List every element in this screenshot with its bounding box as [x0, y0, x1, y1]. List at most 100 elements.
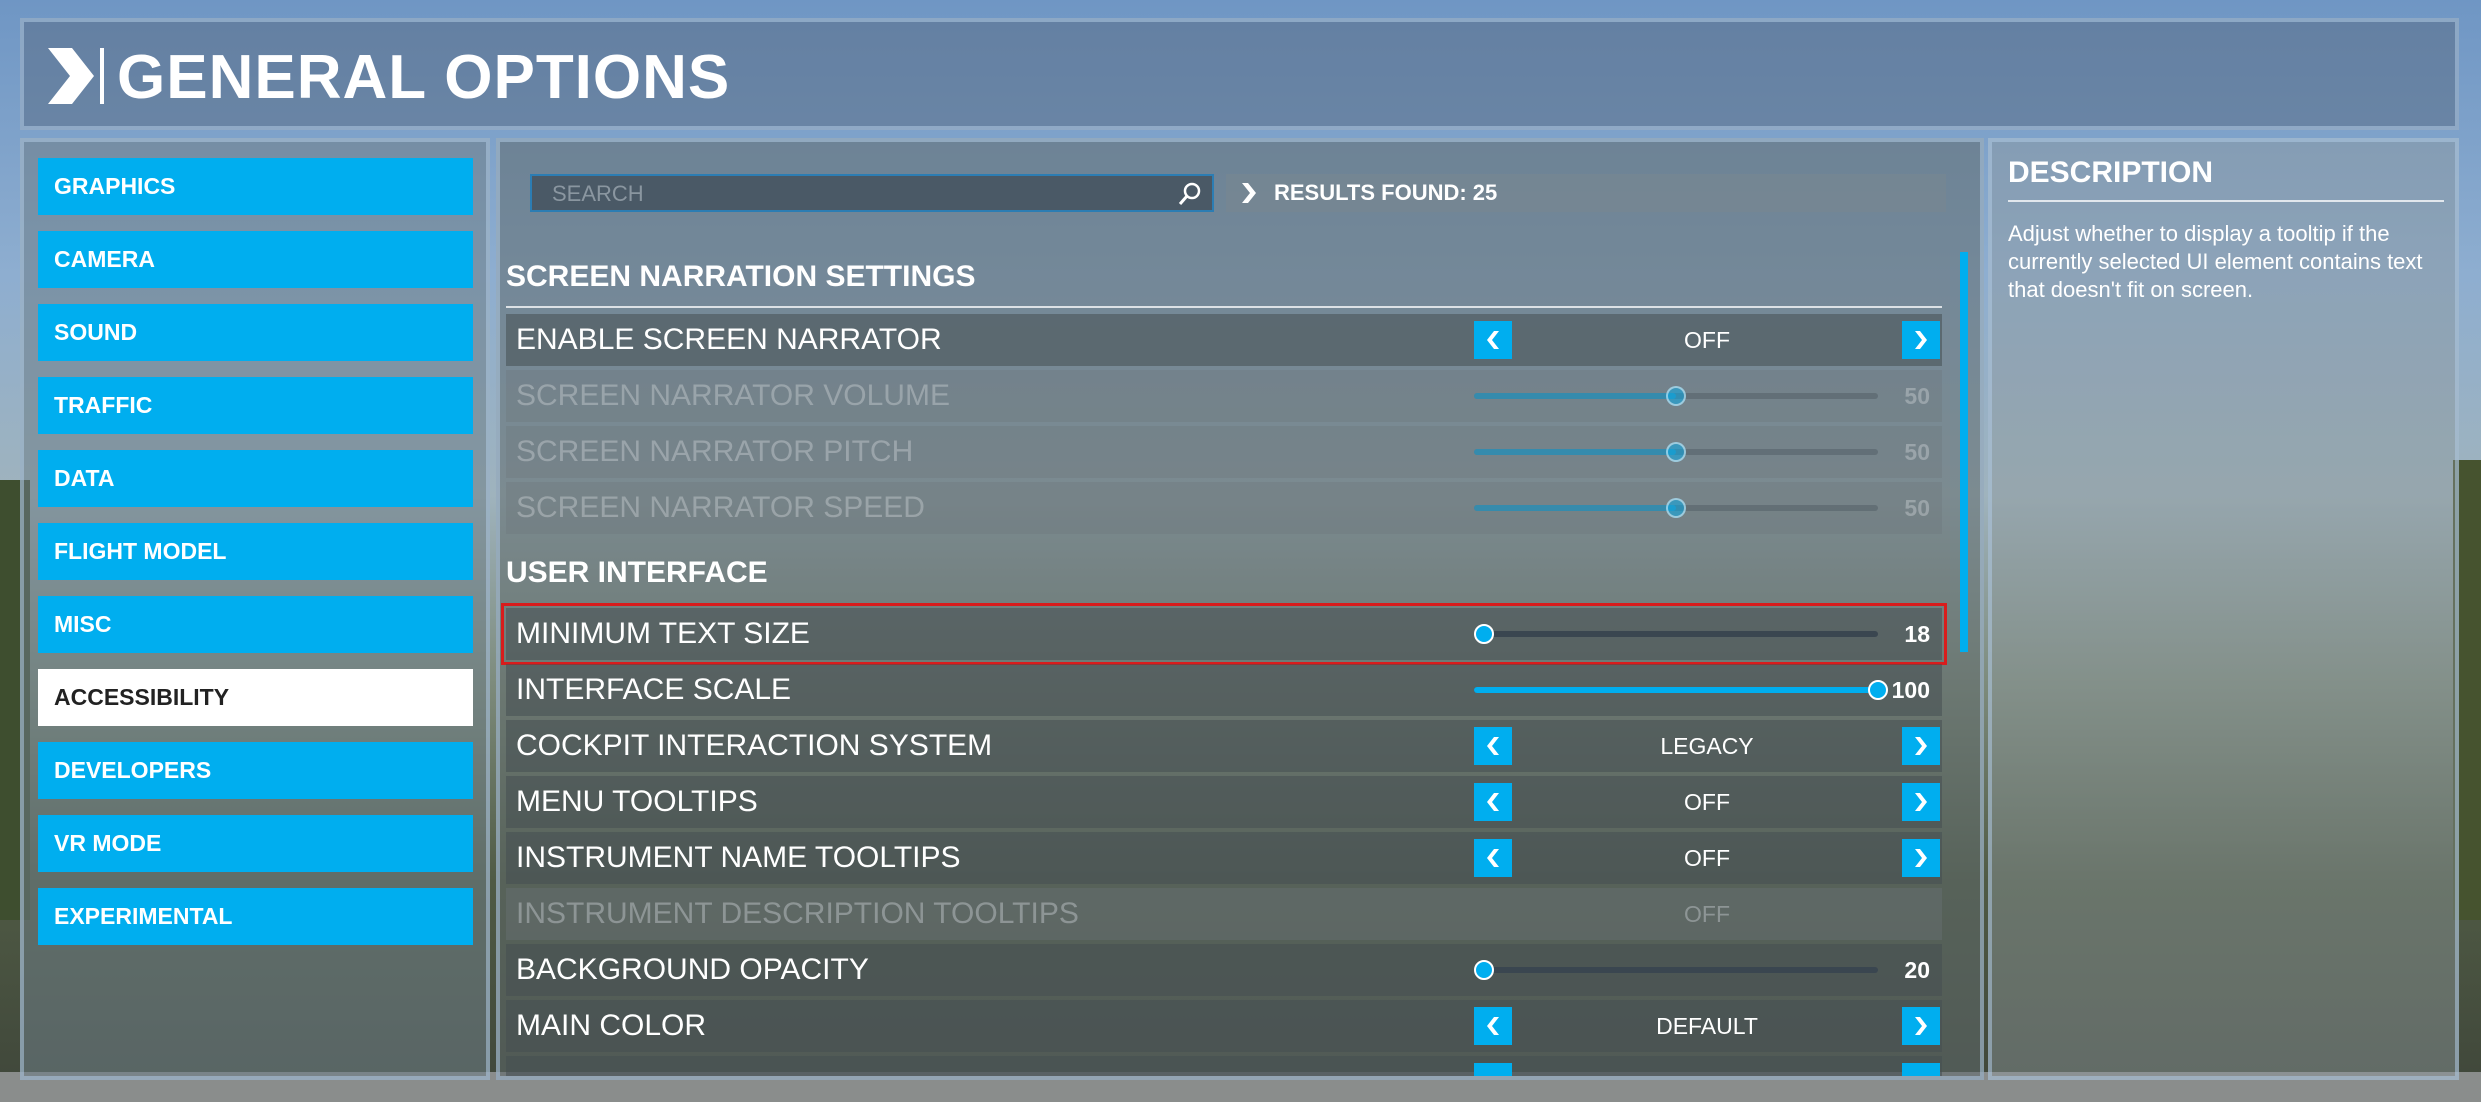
setting-value: 50 — [1904, 439, 1930, 465]
setting-row-screen-narrator-pitch: SCREEN NARRATOR PITCH 50 — [506, 426, 1942, 478]
chevron-left-icon — [1487, 737, 1499, 755]
chevron-left-icon — [1487, 793, 1499, 811]
scrollbar[interactable] — [1960, 252, 1968, 652]
slider-thumb — [1666, 386, 1686, 406]
setting-label: INSTRUMENT DESCRIPTION TOOLTIPS — [516, 897, 1079, 930]
setting-row-enable-screen-narrator[interactable]: ENABLE SCREEN NARRATOR OFF — [506, 314, 1942, 366]
chevron-left-icon — [1487, 1017, 1499, 1035]
previous-option-button[interactable] — [1474, 839, 1512, 877]
setting-row-screen-narrator-speed: SCREEN NARRATOR SPEED 50 — [506, 482, 1942, 534]
slider-track — [1474, 442, 1878, 462]
sidebar-item-flight-model[interactable]: FLIGHT MODEL — [38, 523, 473, 580]
slider-fill — [1474, 505, 1676, 511]
search-icon[interactable] — [1176, 180, 1204, 208]
slider-track[interactable] — [1474, 680, 1888, 700]
previous-option-button[interactable] — [1474, 727, 1512, 765]
section-divider — [2008, 200, 2444, 202]
previous-option-button[interactable] — [1474, 321, 1512, 359]
section-title-screen-narration: SCREEN NARRATION SETTINGS — [506, 260, 976, 293]
next-option-button[interactable] — [1902, 1007, 1940, 1045]
setting-row-main-color[interactable]: MAIN COLOR DEFAULT — [506, 1000, 1942, 1052]
setting-row-partial[interactable] — [506, 1056, 1942, 1076]
setting-value: OFF — [1684, 845, 1730, 871]
slider-fill — [1474, 393, 1676, 399]
setting-label: BACKGROUND OPACITY — [516, 953, 869, 986]
setting-row-menu-tooltips[interactable]: MENU TOOLTIPS OFF — [506, 776, 1942, 828]
setting-row-screen-narrator-volume: SCREEN NARRATOR VOLUME 50 — [506, 370, 1942, 422]
slider-track — [1474, 386, 1878, 406]
setting-label: MINIMUM TEXT SIZE — [516, 617, 810, 650]
slider-track — [1474, 498, 1878, 518]
previous-option-button[interactable] — [1474, 1063, 1512, 1076]
search-bar[interactable] — [530, 174, 1214, 212]
setting-label: SCREEN NARRATOR PITCH — [516, 435, 914, 468]
sidebar-item-developers[interactable]: DEVELOPERS — [38, 742, 473, 799]
sidebar-item-data[interactable]: DATA — [38, 450, 473, 507]
slider-thumb[interactable] — [1868, 680, 1888, 700]
setting-label: ENABLE SCREEN NARRATOR — [516, 323, 942, 356]
setting-row-instrument-description-tooltips: INSTRUMENT DESCRIPTION TOOLTIPS OFF — [506, 888, 1942, 940]
chevron-left-icon — [1487, 849, 1499, 867]
chevron-right-icon — [1242, 183, 1256, 203]
chevron-right-icon — [1915, 849, 1927, 867]
sidebar-item-traffic[interactable]: TRAFFIC — [38, 377, 473, 434]
slider-fill — [1474, 449, 1676, 455]
chevron-right-icon — [1915, 331, 1927, 349]
search-input[interactable] — [550, 176, 1154, 212]
slider-thumb — [1666, 442, 1686, 462]
setting-value: 50 — [1904, 383, 1930, 409]
slider-track[interactable] — [1474, 624, 1878, 644]
previous-option-button[interactable] — [1474, 1007, 1512, 1045]
next-option-button[interactable] — [1902, 321, 1940, 359]
settings-panel: RESULTS FOUND: 25 SCREEN NARRATION SETTI… — [496, 138, 1984, 1080]
setting-row-background-opacity[interactable]: BACKGROUND OPACITY 20 — [506, 944, 1942, 996]
setting-label: SCREEN NARRATOR SPEED — [516, 491, 925, 524]
setting-label: INTERFACE SCALE — [516, 673, 792, 706]
chevron-right-icon — [1915, 793, 1927, 811]
next-option-button[interactable] — [1902, 839, 1940, 877]
section-divider — [506, 306, 1942, 308]
setting-row-cockpit-interaction-system[interactable]: COCKPIT INTERACTION SYSTEM LEGACY — [506, 720, 1942, 772]
sidebar-item-accessibility[interactable]: ACCESSIBILITY — [38, 669, 473, 726]
next-option-button[interactable] — [1902, 783, 1940, 821]
sidebar-item-vr-mode[interactable]: VR MODE — [38, 815, 473, 872]
setting-value: 100 — [1891, 677, 1930, 703]
setting-label: SCREEN NARRATOR VOLUME — [516, 379, 950, 412]
sidebar-item-camera[interactable]: CAMERA — [38, 231, 473, 288]
chevron-right-icon — [1915, 737, 1927, 755]
sidebar-item-experimental[interactable]: EXPERIMENTAL — [38, 888, 473, 945]
slider-fill — [1474, 687, 1878, 693]
previous-option-button[interactable] — [1474, 783, 1512, 821]
sidebar-item-misc[interactable]: MISC — [38, 596, 473, 653]
setting-value: LEGACY — [1660, 733, 1754, 759]
sidebar-item-sound[interactable]: SOUND — [38, 304, 473, 361]
description-title: DESCRIPTION — [2008, 156, 2214, 189]
setting-row-instrument-name-tooltips[interactable]: INSTRUMENT NAME TOOLTIPS OFF — [506, 832, 1942, 884]
setting-value: 20 — [1904, 957, 1930, 983]
sidebar-item-graphics[interactable]: GRAPHICS — [38, 158, 473, 215]
setting-value: OFF — [1684, 901, 1730, 927]
setting-value: 50 — [1904, 495, 1930, 521]
setting-value: 18 — [1904, 621, 1930, 647]
page-title: GENERAL OPTIONS — [117, 43, 731, 112]
slider-thumb — [1666, 498, 1686, 518]
setting-row-interface-scale[interactable]: INTERFACE SCALE 100 — [506, 664, 1942, 716]
slider-track[interactable] — [1474, 960, 1878, 980]
description-text: Adjust whether to display a tooltip if t… — [2008, 221, 2423, 302]
description-panel: DESCRIPTION Adjust whether to display a … — [1988, 138, 2459, 1080]
setting-label: COCKPIT INTERACTION SYSTEM — [516, 729, 993, 762]
setting-row-minimum-text-size[interactable]: MINIMUM TEXT SIZE 18 — [501, 603, 1947, 665]
section-title-user-interface: USER INTERFACE — [506, 556, 768, 589]
page-header: GENERAL OPTIONS — [20, 18, 2459, 130]
setting-value: OFF — [1684, 327, 1730, 353]
results-bar: RESULTS FOUND: 25 — [1226, 174, 1946, 212]
slider-thumb[interactable] — [1474, 624, 1494, 644]
setting-value: DEFAULT — [1656, 1013, 1758, 1039]
chevron-left-icon — [1487, 331, 1499, 349]
setting-label: INSTRUMENT NAME TOOLTIPS — [516, 841, 961, 874]
next-option-button[interactable] — [1902, 727, 1940, 765]
slider-thumb[interactable] — [1474, 960, 1494, 980]
chevron-logo-icon — [48, 48, 104, 104]
chevron-right-icon — [1915, 1017, 1927, 1035]
next-option-button[interactable] — [1902, 1063, 1940, 1076]
